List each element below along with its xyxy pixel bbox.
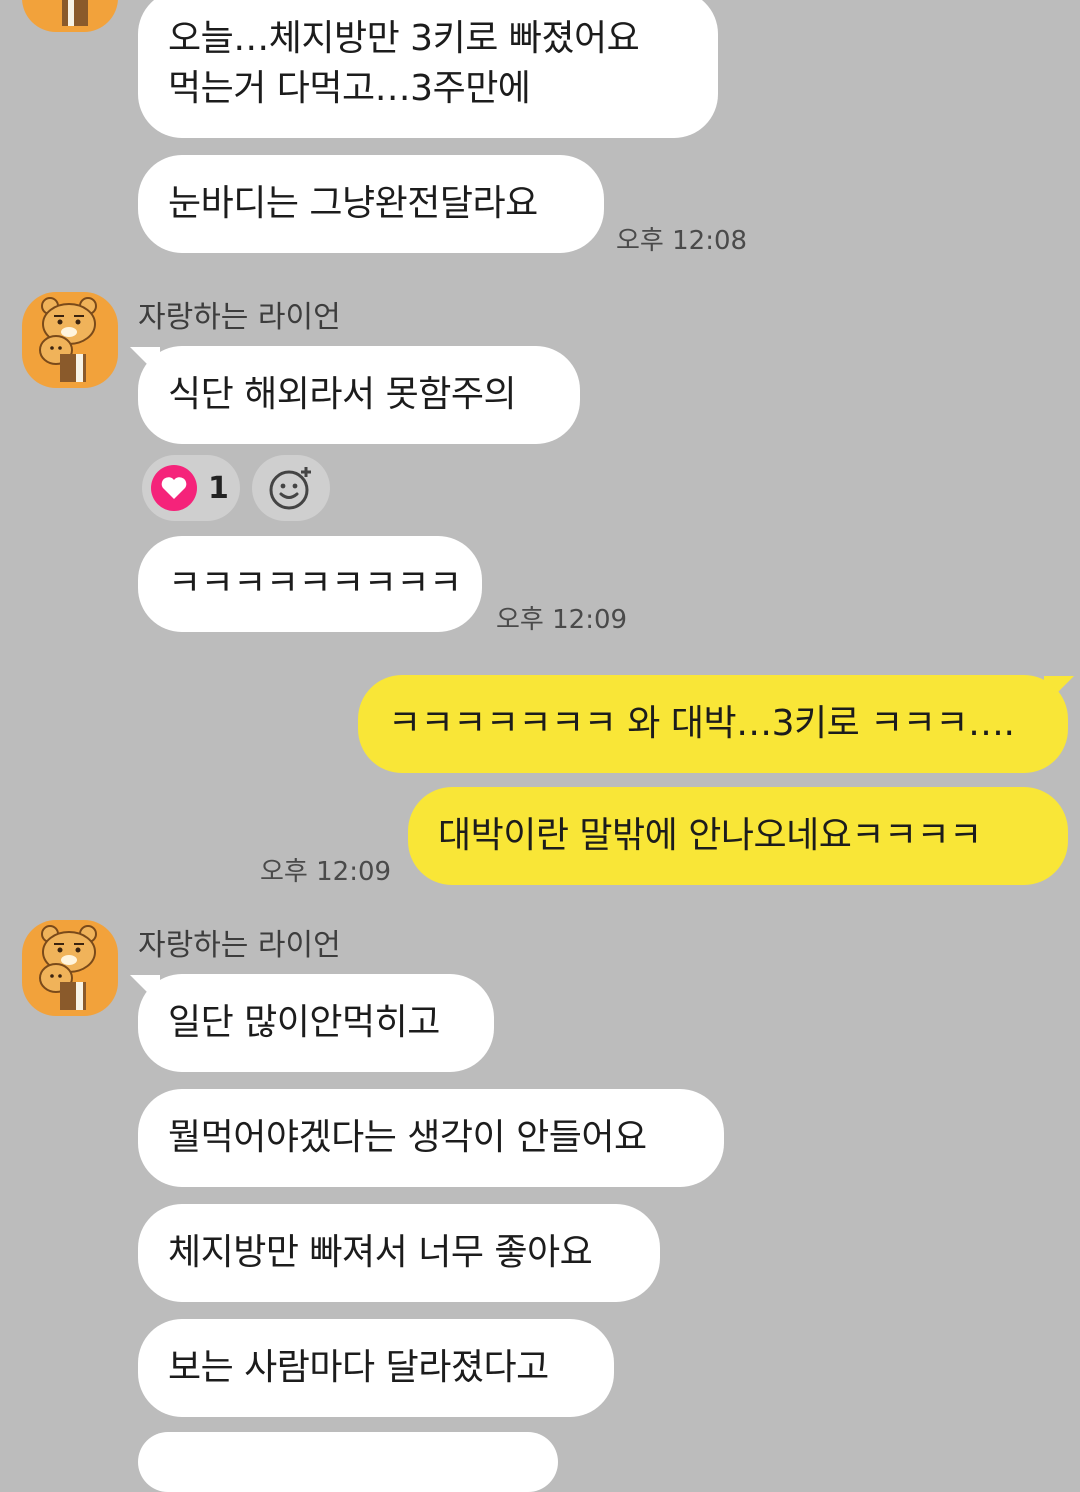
message-text: 눈바디는 그냥완전달라요	[168, 183, 538, 224]
message-text: 오늘…체지방만 3키로 빠졌어요 먹는거 다먹고…3주만에	[168, 18, 640, 109]
sender-avatar-top[interactable]	[22, 0, 118, 32]
message-bubble[interactable]: 보는 사람마다 달라졌다고	[138, 1319, 614, 1417]
reaction-pill[interactable]: 1	[142, 455, 240, 521]
message-text: 뭘먹어야겠다는 생각이 안들어요	[168, 1117, 647, 1158]
outgoing-message-bubble[interactable]: ㅋㅋㅋㅋㅋㅋㅋ 와 대박…3키로 ㅋㅋㅋ….	[358, 675, 1068, 773]
sender-avatar[interactable]	[22, 292, 118, 388]
message-bubble[interactable]: 오늘…체지방만 3키로 빠졌어요 먹는거 다먹고…3주만에	[138, 0, 718, 138]
message-text: ㅋㅋㅋㅋㅋㅋㅋ 와 대박…3키로 ㅋㅋㅋ….	[388, 703, 1015, 744]
message-bubble-partial[interactable]	[138, 1432, 558, 1492]
message-bubble[interactable]: 눈바디는 그냥완전달라요	[138, 155, 604, 253]
message-text: ㅋㅋㅋㅋㅋㅋㅋㅋㅋ	[168, 563, 462, 604]
outgoing-message-bubble[interactable]: 대박이란 말밖에 안나오네요ㅋㅋㅋㅋ	[408, 787, 1068, 885]
message-bubble[interactable]: 체지방만 빠져서 너무 좋아요	[138, 1204, 660, 1302]
message-text: 체지방만 빠져서 너무 좋아요	[168, 1232, 593, 1273]
add-reaction-button[interactable]	[252, 455, 330, 521]
message-timestamp: 오후 12:08	[616, 226, 748, 256]
message-text: 보는 사람마다 달라졌다고	[168, 1347, 549, 1388]
reaction-count: 1	[208, 470, 229, 506]
ryan-character-avatar-icon	[62, 0, 88, 26]
message-text: 일단 많이안먹히고	[168, 1002, 440, 1043]
sender-avatar[interactable]	[22, 920, 118, 1016]
heart-icon	[151, 465, 197, 511]
sender-name: 자랑하는 라이언	[138, 300, 341, 335]
ryan-character-avatar-icon	[39, 925, 97, 1010]
message-bubble[interactable]: ㅋㅋㅋㅋㅋㅋㅋㅋㅋ	[138, 536, 482, 632]
message-timestamp: 오후 12:09	[496, 605, 628, 635]
ryan-character-avatar-icon	[39, 297, 97, 382]
smiley-plus-icon	[269, 467, 311, 510]
message-bubble[interactable]: 일단 많이안먹히고	[138, 974, 494, 1072]
message-timestamp: 오후 12:09	[260, 857, 392, 887]
sender-name: 자랑하는 라이언	[138, 928, 341, 963]
message-bubble[interactable]: 뭘먹어야겠다는 생각이 안들어요	[138, 1089, 724, 1187]
message-text: 대박이란 말밖에 안나오네요ㅋㅋㅋㅋ	[438, 815, 982, 856]
message-bubble[interactable]: 식단 해외라서 못함주의	[138, 346, 580, 444]
message-text: 식단 해외라서 못함주의	[168, 374, 517, 415]
